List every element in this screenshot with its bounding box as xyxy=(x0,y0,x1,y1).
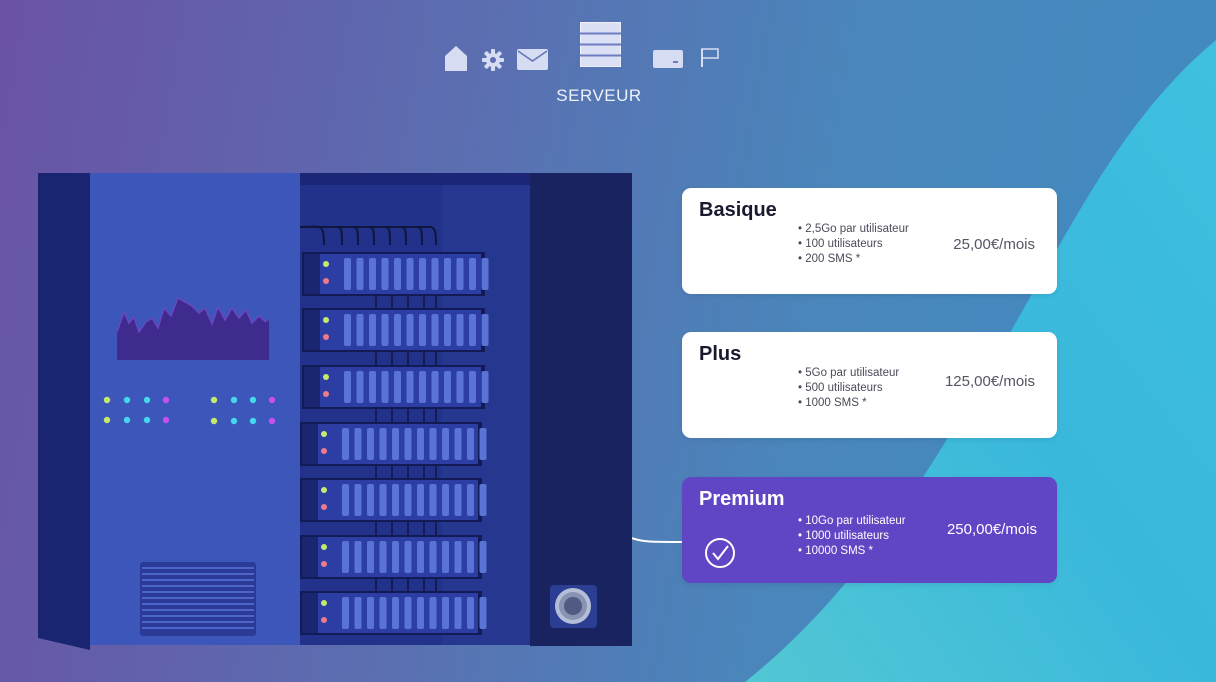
home-icon[interactable] xyxy=(444,45,468,72)
plan-price: 25,00€/mois xyxy=(953,236,1035,253)
plan-feature: 500 utilisateurs xyxy=(798,381,899,396)
plan-feature: 1000 utilisateurs xyxy=(798,529,906,544)
plan-feature: 10Go par utilisateur xyxy=(798,514,905,529)
plan-name: Basique xyxy=(699,199,777,221)
plan-name: Plus xyxy=(699,343,742,365)
plan-card-plus[interactable]: Plus 5Go par utilisateur 500 utilisateur… xyxy=(682,332,1057,438)
plan-name: Premium xyxy=(699,488,785,510)
plan-features: 2,5Go par utilisateur 100 utilisateurs 2… xyxy=(798,222,909,267)
server-illustration xyxy=(38,173,632,650)
connector-line xyxy=(632,537,684,543)
card-icon[interactable] xyxy=(653,50,683,68)
plan-feature: 1000 SMS * xyxy=(798,396,899,411)
plan-feature: 200 SMS * xyxy=(798,252,909,267)
check-circle-icon xyxy=(705,538,735,568)
gear-icon[interactable] xyxy=(482,49,504,71)
top-nav: SERVEUR xyxy=(0,0,1216,120)
plan-feature: 100 utilisateurs xyxy=(798,237,909,252)
plan-feature: 5Go par utilisateur xyxy=(798,366,899,381)
plan-price: 125,00€/mois xyxy=(944,373,1035,390)
flag-icon[interactable] xyxy=(700,48,720,68)
plan-feature: 2,5Go par utilisateur xyxy=(798,222,909,237)
nav-active-label: SERVEUR xyxy=(556,86,642,105)
server-icon[interactable] xyxy=(580,22,621,67)
plan-feature: 10000 SMS * xyxy=(798,544,906,559)
mail-icon[interactable] xyxy=(517,49,548,70)
plan-card-basique[interactable]: Basique 2,5Go par utilisateur 100 utilis… xyxy=(682,188,1057,294)
plan-price: 250,00€/mois xyxy=(946,521,1037,538)
plan-features: 5Go par utilisateur 500 utilisateurs 100… xyxy=(798,366,899,411)
plan-features: 10Go par utilisateur 1000 utilisateurs 1… xyxy=(798,514,906,559)
plan-card-premium[interactable]: Premium 10Go par utilisateur 1000 utilis… xyxy=(682,477,1057,583)
